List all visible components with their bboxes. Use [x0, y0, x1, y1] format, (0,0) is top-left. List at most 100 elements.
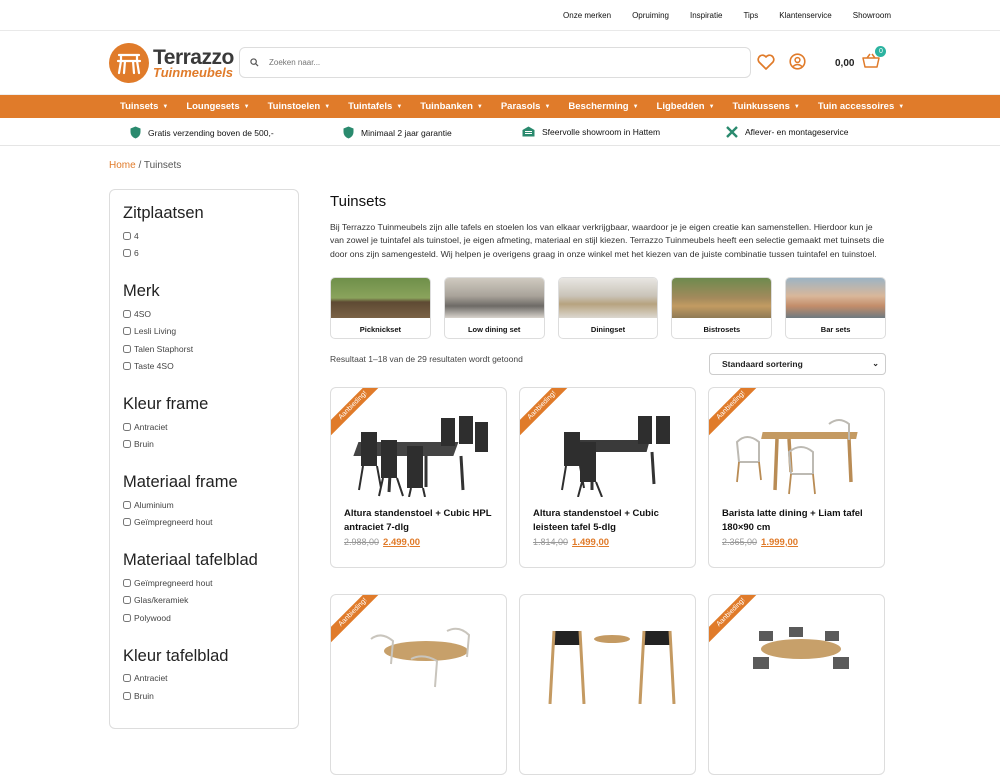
filter-option-label: Polywood — [134, 612, 171, 623]
filter-option[interactable]: 6 — [123, 245, 298, 263]
price-new: 1.999,00 — [761, 536, 799, 548]
filter-checkbox[interactable] — [123, 309, 131, 318]
filter-checkbox[interactable] — [123, 674, 131, 683]
filter-checkbox[interactable] — [123, 231, 131, 240]
top-link-tips[interactable]: Tips — [743, 11, 758, 20]
breadcrumb-current: Tuinsets — [143, 160, 182, 171]
product-card[interactable]: Aanbieding! Barista latte dining + Liam … — [708, 386, 885, 568]
filter-title: Materiaal tafelblad — [123, 551, 258, 569]
breadcrumb-home[interactable]: Home — [109, 160, 136, 171]
category-label: Bistrosets — [703, 324, 741, 334]
filter-option[interactable]: Polywood — [123, 609, 298, 627]
breadcrumb-separator: / — [135, 160, 144, 171]
filter-checkbox[interactable] — [123, 327, 131, 336]
logo-text-tuinmeubels: Tuinmeubels — [153, 65, 233, 80]
filter-checkbox[interactable] — [123, 691, 131, 700]
filter-checkbox[interactable] — [123, 500, 131, 509]
filter-option[interactable]: 4 — [123, 227, 298, 245]
category-image — [444, 277, 544, 318]
shield-icon — [343, 126, 354, 139]
heart-icon[interactable] — [757, 53, 775, 70]
filter-option[interactable]: Taste 4SO — [123, 358, 298, 376]
filter-option[interactable]: Aluminium — [123, 496, 298, 514]
product-card[interactable]: Aanbieding! Altura standenstoel + Cubic … — [330, 386, 507, 568]
filter-title: Zitplaatsen — [123, 204, 204, 222]
nav-item-tuin-accessoires[interactable]: Tuin accessoires ▼ — [818, 101, 904, 112]
filter-checkbox[interactable] — [123, 249, 131, 258]
top-link-onze-merken[interactable]: Onze merken — [563, 11, 611, 20]
product-card[interactable]: Aanbieding! Altura standenstoel + Cubic … — [519, 386, 696, 568]
price-old: 2.365,00 — [722, 536, 758, 547]
category-tile-bistrosets[interactable]: Bistrosets — [671, 276, 773, 339]
filter-option-label: Antraciet — [134, 673, 168, 684]
nav-label: Tuinkussens — [732, 101, 790, 112]
top-link-showroom[interactable]: Showroom — [853, 11, 891, 20]
search-input[interactable] — [269, 58, 709, 67]
breadcrumb: Home / Tuinsets — [109, 160, 181, 171]
filter-checkbox[interactable] — [123, 362, 131, 371]
category-image — [331, 277, 430, 318]
usp-shipping: Gratis verzending boven de 500,- — [130, 126, 274, 139]
nav-item-tuinkussens[interactable]: Tuinkussens ▼ — [733, 101, 800, 112]
category-tile-low-dining-set[interactable]: Low dining set — [443, 276, 545, 339]
filter-checkbox[interactable] — [123, 518, 131, 527]
filter-group-materiaal-tafelblad: Materiaal tafelblad Geïmpregneerd hout G… — [123, 551, 298, 627]
cart[interactable]: 0,00 0 — [835, 46, 887, 73]
logo[interactable]: Terrazzo Tuinmeubels — [109, 43, 234, 83]
product-name[interactable]: Barista latte dining + Liam tafel 180×90… — [722, 507, 877, 535]
filter-checkbox[interactable] — [123, 344, 131, 353]
filter-checkbox[interactable] — [123, 440, 131, 449]
chevron-down-icon: ▼ — [162, 104, 169, 110]
top-link-opruiming[interactable]: Opruiming — [632, 11, 669, 20]
filter-checkbox[interactable] — [123, 613, 131, 622]
filter-option[interactable]: Antraciet — [123, 418, 298, 436]
filter-group-merk: Merk 4SO Lesli Living Talen Staphorst Ta… — [123, 282, 298, 375]
category-label: Bar sets — [820, 324, 851, 334]
nav-item-bescherming[interactable]: Bescherming ▼ — [568, 101, 638, 112]
filter-title: Merk — [123, 282, 160, 300]
product-name[interactable]: Altura standenstoel + Cubic leisteen taf… — [533, 507, 688, 535]
price-old: 2.988,00 — [344, 536, 380, 547]
nav-label: Tuinbanken — [420, 101, 473, 112]
nav-item-tuinsets[interactable]: Tuinsets ▼ — [120, 101, 168, 112]
account-icon[interactable] — [789, 53, 806, 70]
usp-label: Minimaal 2 jaar garantie — [361, 127, 452, 138]
nav-item-tuinstoelen[interactable]: Tuinstoelen ▼ — [268, 101, 331, 112]
filter-option[interactable]: Antraciet — [123, 670, 298, 688]
cart-count-badge: 0 — [875, 46, 887, 57]
filter-checkbox[interactable] — [123, 422, 131, 431]
filter-checkbox[interactable] — [123, 596, 131, 605]
nav-item-tuinbanken[interactable]: Tuinbanken ▼ — [420, 101, 483, 112]
filter-option[interactable]: Bruin — [123, 687, 298, 705]
sort-select[interactable]: Standaard sortering ⌄ — [709, 352, 886, 375]
product-card[interactable]: Aanbieding! — [708, 593, 885, 775]
filter-option[interactable]: Glas/keramiek — [123, 592, 298, 610]
search-box[interactable] — [239, 47, 751, 78]
filter-option[interactable]: Bruin — [123, 436, 298, 454]
sort-value: Standaard sortering — [722, 358, 803, 369]
product-card[interactable]: Aanbieding! — [330, 593, 507, 775]
category-tile-picknickset[interactable]: Picknickset — [330, 276, 431, 339]
top-link-klantenservice[interactable]: Klantenservice — [779, 11, 831, 20]
product-card[interactable] — [519, 593, 696, 775]
nav-label: Parasols — [500, 101, 541, 112]
usp-bar: Gratis verzending boven de 500,- Minimaa… — [0, 118, 1000, 146]
product-name[interactable]: Altura standenstoel + Cubic HPL antracie… — [344, 507, 499, 535]
category-image — [558, 277, 658, 318]
filter-option[interactable]: Lesli Living — [123, 323, 298, 341]
top-link-inspiratie[interactable]: Inspiratie — [690, 11, 722, 20]
nav-item-parasols[interactable]: Parasols ▼ — [501, 101, 551, 112]
nav-item-ligbedden[interactable]: Ligbedden ▼ — [657, 101, 715, 112]
category-tile-diningset[interactable]: Diningset — [557, 276, 659, 339]
filter-option[interactable]: 4SO — [123, 305, 298, 323]
category-tile-bar-sets[interactable]: Bar sets — [785, 276, 886, 339]
filter-option[interactable]: Geïmpregneerd hout — [123, 514, 298, 532]
filter-option-label: Taste 4SO — [134, 361, 174, 372]
nav-item-loungesets[interactable]: Loungesets ▼ — [186, 101, 249, 112]
product-image-round-table-set — [753, 626, 849, 669]
filter-option[interactable]: Talen Staphorst — [123, 340, 298, 358]
filter-checkbox[interactable] — [123, 578, 131, 587]
main-content: Tuinsets Bij Terrazzo Tuinmeubels zijn a… — [330, 193, 886, 775]
nav-item-tuintafels[interactable]: Tuintafels ▼ — [348, 101, 402, 112]
filter-option[interactable]: Geïmpregneerd hout — [123, 574, 298, 592]
